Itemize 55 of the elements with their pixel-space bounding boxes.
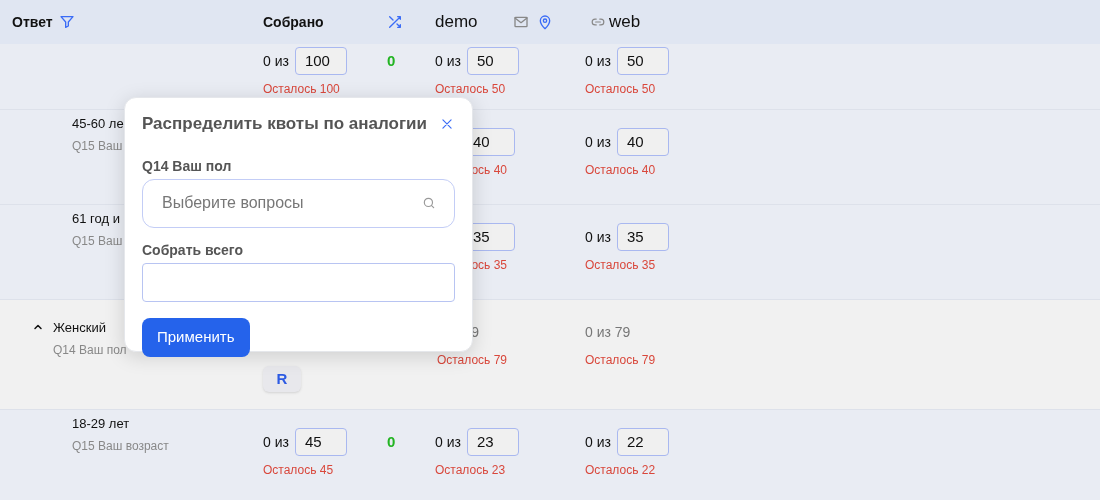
dialog-title: Распределить квоты по аналогии [142,113,427,135]
remaining-text: Осталось 50 [435,81,506,98]
column-header: demo [435,11,479,34]
answer-label: 45-60 ле [72,115,124,133]
column-header: Ответ [12,12,53,32]
answer-label: 61 год и [72,210,121,228]
search-field[interactable]: Выберите вопросы [142,178,455,228]
input-field[interactable] [142,262,455,302]
quota-text: 0 из 79 [585,322,631,342]
remaining-text: Осталось 79 [585,352,656,369]
quota-input[interactable]: 45 [294,428,347,456]
question-label: Q15 Ваш [72,232,123,250]
remaining-text: Осталось 23 [435,462,506,479]
quota-label: 0 из [435,432,461,452]
link-icon [591,15,605,29]
quota-input[interactable]: 40 [616,128,669,156]
quota-input[interactable]: 22 [616,428,669,456]
field-label: Q14 Ваш пол [142,156,233,176]
quota-input[interactable]: 35 [616,223,669,251]
remaining-text: Осталось 100 [263,81,340,98]
r-button[interactable]: R [263,366,301,392]
mail-icon [513,14,529,30]
remaining-text: Осталось 45 [263,462,334,479]
field-label: Собрать всего [142,240,245,260]
quota-label: 0 из [585,132,611,152]
quota-label: 0 из [263,432,289,452]
quota-input[interactable]: 23 [466,428,519,456]
column-header: web [609,11,641,34]
remaining-text: Осталось 40 [585,162,656,179]
remaining-text: Осталось 50 [585,81,656,98]
quota-input[interactable]: 100 [294,47,347,75]
quota-label: 0 из [585,51,611,71]
column-header: Собрано [263,12,324,32]
quota-label: 0 из [585,432,611,452]
question-label: Q15 Ваш [72,137,124,155]
quota-label: 0 из [263,51,289,71]
shuffle-icon[interactable] [387,14,403,30]
difference-value: 0 [387,431,396,452]
remaining-text: Осталось 79 [436,352,508,369]
remaining-text: Осталось 35 [585,257,656,274]
question-label: Q14 Ваш пол [53,341,127,359]
remaining-text: Осталось 22 [585,462,656,479]
difference-value: 0 [387,50,396,71]
apply-button[interactable]: Применить [142,317,250,357]
quota-input[interactable]: 50 [616,47,669,75]
location-pin-icon [537,14,553,30]
answer-label: 18-29 лет [72,415,131,433]
search-icon [422,196,436,210]
question-label: Q15 Ваш возраст [72,437,169,455]
close-icon [440,116,454,131]
filter-icon[interactable] [58,14,75,30]
quota-label: 0 из [435,51,461,71]
quota-input[interactable]: 50 [466,47,519,75]
quota-label: 0 из [585,227,611,247]
answer-label: Женский [53,319,107,337]
